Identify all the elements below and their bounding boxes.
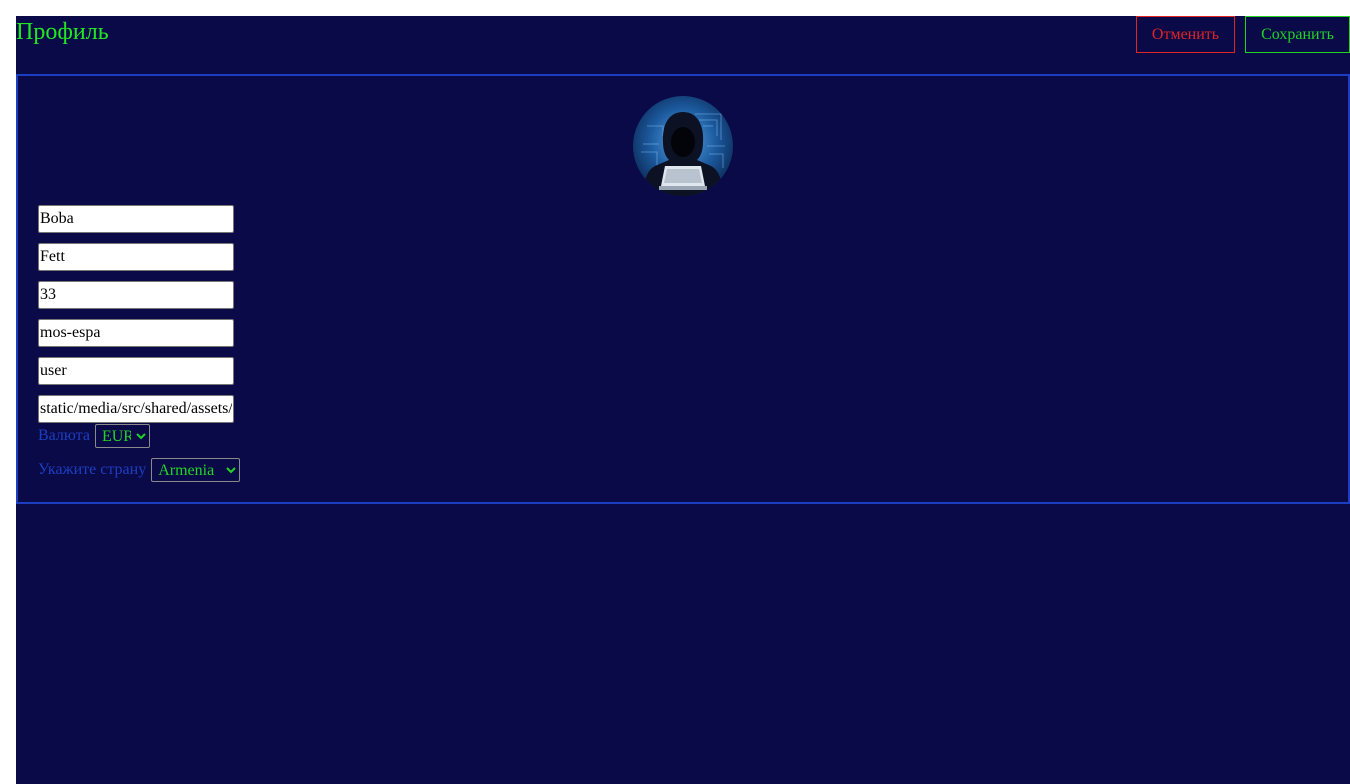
cancel-button[interactable]: Отменить xyxy=(1136,16,1235,53)
country-label: Укажите страну xyxy=(38,461,147,478)
currency-row: Валюта EUR xyxy=(38,424,150,448)
country-row: Укажите страну Armenia xyxy=(38,458,241,482)
page-title: Профиль xyxy=(16,19,109,45)
currency-select[interactable]: EUR xyxy=(94,424,150,448)
city-input[interactable] xyxy=(38,319,234,347)
avatar-url-input[interactable] xyxy=(38,395,234,423)
username-input[interactable] xyxy=(38,357,234,385)
first-name-input[interactable] xyxy=(38,205,234,233)
avatar xyxy=(633,96,733,196)
save-button[interactable]: Сохранить xyxy=(1245,16,1350,53)
country-select[interactable]: Armenia xyxy=(151,458,241,482)
profile-card: Валюта EUR Укажите страну Armenia xyxy=(16,74,1350,504)
last-name-input[interactable] xyxy=(38,243,234,271)
profile-page: Профиль Отменить Сохранить Boba Fett 33 … xyxy=(16,16,1350,784)
hooded-hacker-avatar-icon xyxy=(633,96,733,196)
currency-label: Валюта xyxy=(38,427,90,444)
age-input[interactable] xyxy=(38,281,234,309)
